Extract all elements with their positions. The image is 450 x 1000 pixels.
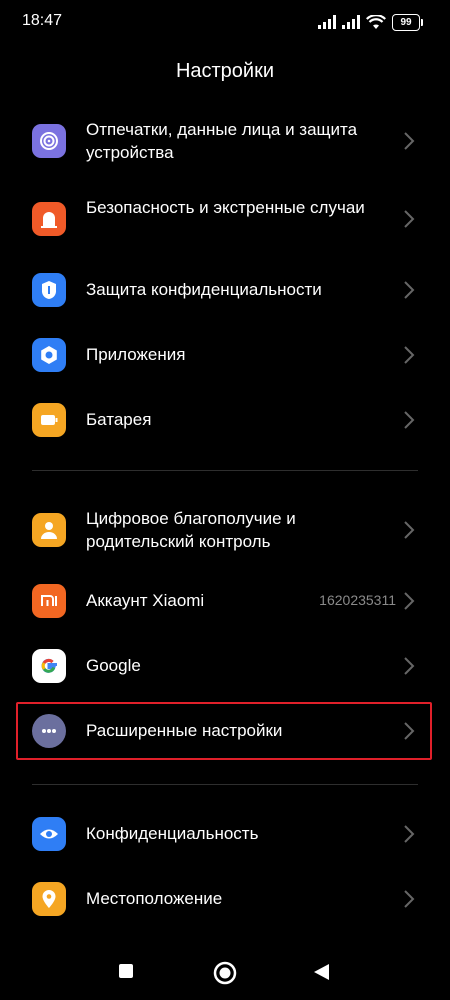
emergency-icon	[32, 202, 66, 236]
settings-item-label: Безопасность и экстренные случаи	[86, 198, 365, 217]
navigation-bar	[0, 945, 450, 1000]
settings-item-xiaomi-account[interactable]: Аккаунт Xiaomi 1620235311	[16, 579, 432, 623]
xiaomi-mi-icon	[32, 584, 66, 618]
section-divider	[32, 470, 418, 471]
battery-icon: 99	[392, 13, 423, 31]
settings-item-label: Приложения	[86, 345, 186, 364]
settings-item-label: Батарея	[86, 410, 152, 429]
signal-icon	[318, 15, 336, 29]
settings-item-label: Отпечатки, данные лица и защита устройст…	[86, 120, 358, 162]
settings-item-label: Цифровое благополучие и родительский кон…	[86, 509, 296, 551]
settings-item-digital-wellbeing[interactable]: Цифровое благополучие и родительский кон…	[16, 505, 432, 557]
chevron-right-icon	[404, 825, 415, 843]
settings-item-label: Защита конфиденциальности	[86, 280, 322, 299]
chevron-right-icon	[404, 281, 415, 299]
location-pin-icon	[32, 882, 66, 916]
chevron-right-icon	[404, 132, 415, 150]
fingerprint-icon	[32, 124, 66, 158]
back-triangle-icon[interactable]	[313, 963, 330, 981]
chevron-right-icon	[404, 346, 415, 364]
wellbeing-icon	[32, 513, 66, 547]
page-title: Настройки	[175, 60, 275, 82]
chevron-right-icon	[404, 592, 415, 610]
status-icons: 99	[318, 12, 423, 32]
chevron-right-icon	[404, 657, 415, 675]
google-icon	[32, 649, 66, 683]
chevron-right-icon	[404, 210, 415, 228]
settings-item-fingerprint[interactable]: Отпечатки, данные лица и защита устройст…	[16, 116, 432, 168]
signal-icon	[342, 15, 360, 29]
chevron-right-icon	[404, 521, 415, 539]
privacy-shield-icon	[32, 273, 66, 307]
battery-icon	[32, 403, 66, 437]
chevron-right-icon	[404, 890, 415, 908]
recents-square-icon[interactable]	[118, 963, 134, 979]
settings-item-safety[interactable]: Безопасность и экстренные случаи	[16, 194, 432, 246]
account-id-value: 1620235311	[319, 592, 396, 608]
wifi-icon	[366, 14, 386, 29]
highlight-box	[16, 702, 432, 760]
eye-icon	[32, 817, 66, 851]
status-bar: 18:47 99	[0, 0, 450, 44]
settings-item-label: Местоположение	[86, 889, 223, 908]
settings-item-google[interactable]: Google	[16, 644, 432, 688]
status-time: 18:47	[22, 12, 63, 29]
settings-item-location[interactable]: Местоположение	[16, 877, 432, 921]
settings-item-label: Конфиденциальность	[86, 824, 259, 843]
apps-gear-icon	[32, 338, 66, 372]
chevron-right-icon	[404, 411, 415, 429]
settings-item-privacy[interactable]: Конфиденциальность	[16, 812, 432, 856]
section-divider	[32, 784, 418, 785]
home-circle-icon[interactable]	[213, 961, 237, 985]
settings-item-privacy-protection[interactable]: Защита конфиденциальности	[16, 268, 432, 312]
settings-item-battery[interactable]: Батарея	[16, 398, 432, 442]
settings-item-apps[interactable]: Приложения	[16, 333, 432, 377]
settings-item-label: Google	[86, 656, 141, 675]
